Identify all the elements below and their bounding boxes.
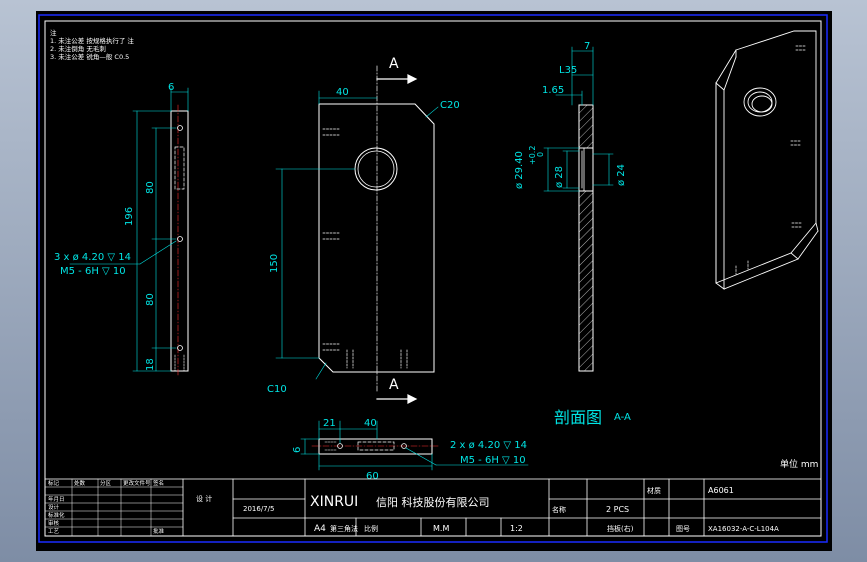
tb-material-label: 材质: [647, 486, 661, 495]
tb-quantity: 2 PCS: [606, 505, 629, 514]
tb-company-cn: 信阳 科技股份有限公司: [376, 495, 490, 509]
title-block-text: 标记 处数 分区 更改文件号 签名 年月日 设计 标准化 审核 工艺 批准 设 …: [48, 479, 779, 535]
section-caption-suffix: A-A: [614, 412, 631, 423]
tb-cell-sign: 签名: [153, 479, 164, 487]
bottom-dim-60: 60: [366, 471, 379, 482]
cad-viewport: 注 1. 未注公差 按规格执行了 注 2. 未注倒角 无毛刺 3. 未注公差 锐…: [36, 11, 832, 551]
front-chamfer-top: C20: [440, 100, 460, 111]
tb-cell-mark: 标记: [48, 479, 60, 487]
notes-heading: 注: [50, 28, 57, 37]
side-hole-callout-1: 3 x ø 4.20 ▽ 14: [54, 252, 131, 263]
side-dim-upper-pitch: 80: [145, 181, 156, 194]
side-dim-total-height: 196: [124, 207, 135, 226]
tb-projection: 第三角法: [330, 524, 358, 533]
tb-drawing-no-label: 图号: [676, 525, 690, 533]
tb-scale: 1:2: [510, 524, 523, 533]
side-view-outline: [170, 110, 189, 372]
engineering-drawing: 注 1. 未注公差 按规格执行了 注 2. 未注倒角 无毛刺 3. 未注公差 锐…: [38, 14, 828, 543]
section-dim-l35: L35: [559, 65, 577, 76]
iso-front-face: [715, 30, 817, 284]
tb-cell-zone: 分区: [100, 479, 112, 487]
note-line-2: 2. 未注倒角 无毛刺: [50, 44, 106, 53]
general-notes: 注 1. 未注公差 按规格执行了 注 2. 未注倒角 无毛刺 3. 未注公差 锐…: [50, 28, 134, 61]
section-dim-7: 7: [584, 41, 590, 52]
side-view: 6 196 80 80 18 3 x ø 4.20 ▽ 14 M5 - 6H ▽…: [54, 82, 189, 378]
front-chamfer-bottom: C10: [267, 384, 287, 395]
tb-cell-date: 年月日: [48, 495, 65, 503]
tb-cell-process: 工艺: [48, 528, 60, 535]
isometric-view: [715, 30, 819, 290]
roughness-note: 单位 mm: [780, 458, 818, 470]
section-dim-bore-29-4: ø 29.40: [514, 151, 525, 189]
tb-cell-design: 设计: [48, 503, 60, 511]
tb-name-label: 名称: [552, 505, 566, 514]
front-view-outline: [318, 103, 435, 373]
tb-date: 2016/7/5: [243, 505, 274, 513]
bottom-view-outline: [318, 438, 433, 455]
tb-cell-standard: 标准化: [48, 511, 65, 519]
section-mark-lower: A: [389, 377, 399, 393]
tb-scale-label: 比例: [364, 524, 378, 533]
tb-drawn-by: 设 计: [196, 494, 212, 503]
tb-sheet-size: A4: [314, 524, 326, 534]
bottom-dim-21: 21: [323, 418, 336, 429]
side-hole-callout-2: M5 - 6H ▽ 10: [60, 266, 126, 277]
section-dim-bore-28: ø 28: [554, 166, 565, 188]
inner-frame: [44, 20, 822, 537]
tb-drawing-number: XA16032-A-C-L104A: [708, 525, 779, 533]
tb-part-name: 挡板(右): [607, 524, 634, 533]
section-caption: 剖面图: [554, 408, 602, 427]
tb-material: A6061: [708, 486, 734, 495]
side-dim-thickness: 6: [168, 82, 174, 93]
tb-cell-review: 审核: [48, 519, 60, 527]
bottom-view: 21 40 6 60 2 x ø 4.20 ▽ 14 M5 - 6H ▽ 10: [292, 418, 529, 482]
bottom-dim-40: 40: [364, 418, 377, 429]
tb-unit: M.M: [433, 524, 449, 533]
tb-cell-change-doc: 更改文件号: [123, 479, 151, 487]
side-dim-lower-pitch: 80: [145, 293, 156, 306]
section-dim-tol-lower: 0: [536, 152, 545, 157]
section-dim-1-65: 1.65: [542, 85, 564, 96]
bottom-dim-6: 6: [292, 447, 303, 453]
side-dim-bottom-offset: 18: [145, 358, 156, 371]
bottom-hole-callout-1: 2 x ø 4.20 ▽ 14: [450, 440, 527, 451]
bottom-hole-callout-2: M5 - 6H ▽ 10: [460, 455, 526, 466]
tb-cell-approve: 批准: [153, 527, 165, 535]
section-view: 7 L35 1.65 ø 29.40 +0.2 0 ø 28 ø 24 剖面图 …: [514, 41, 631, 427]
front-view: A A 40 150 C20 C10: [267, 56, 460, 404]
note-line-1: 1. 未注公差 按规格执行了 注: [50, 36, 134, 45]
tb-company-latin: XINRUI: [310, 494, 358, 510]
section-dim-bore-24: ø 24: [616, 164, 627, 186]
front-dim-height: 150: [269, 254, 280, 273]
front-dim-width: 40: [336, 87, 349, 98]
note-line-3: 3. 未注公差 锐角—般 C0.5: [50, 52, 129, 61]
front-bore-outer: [354, 147, 398, 191]
outer-frame: [38, 14, 828, 543]
section-mark-upper: A: [389, 56, 399, 72]
tb-cell-count: 处数: [74, 479, 86, 487]
